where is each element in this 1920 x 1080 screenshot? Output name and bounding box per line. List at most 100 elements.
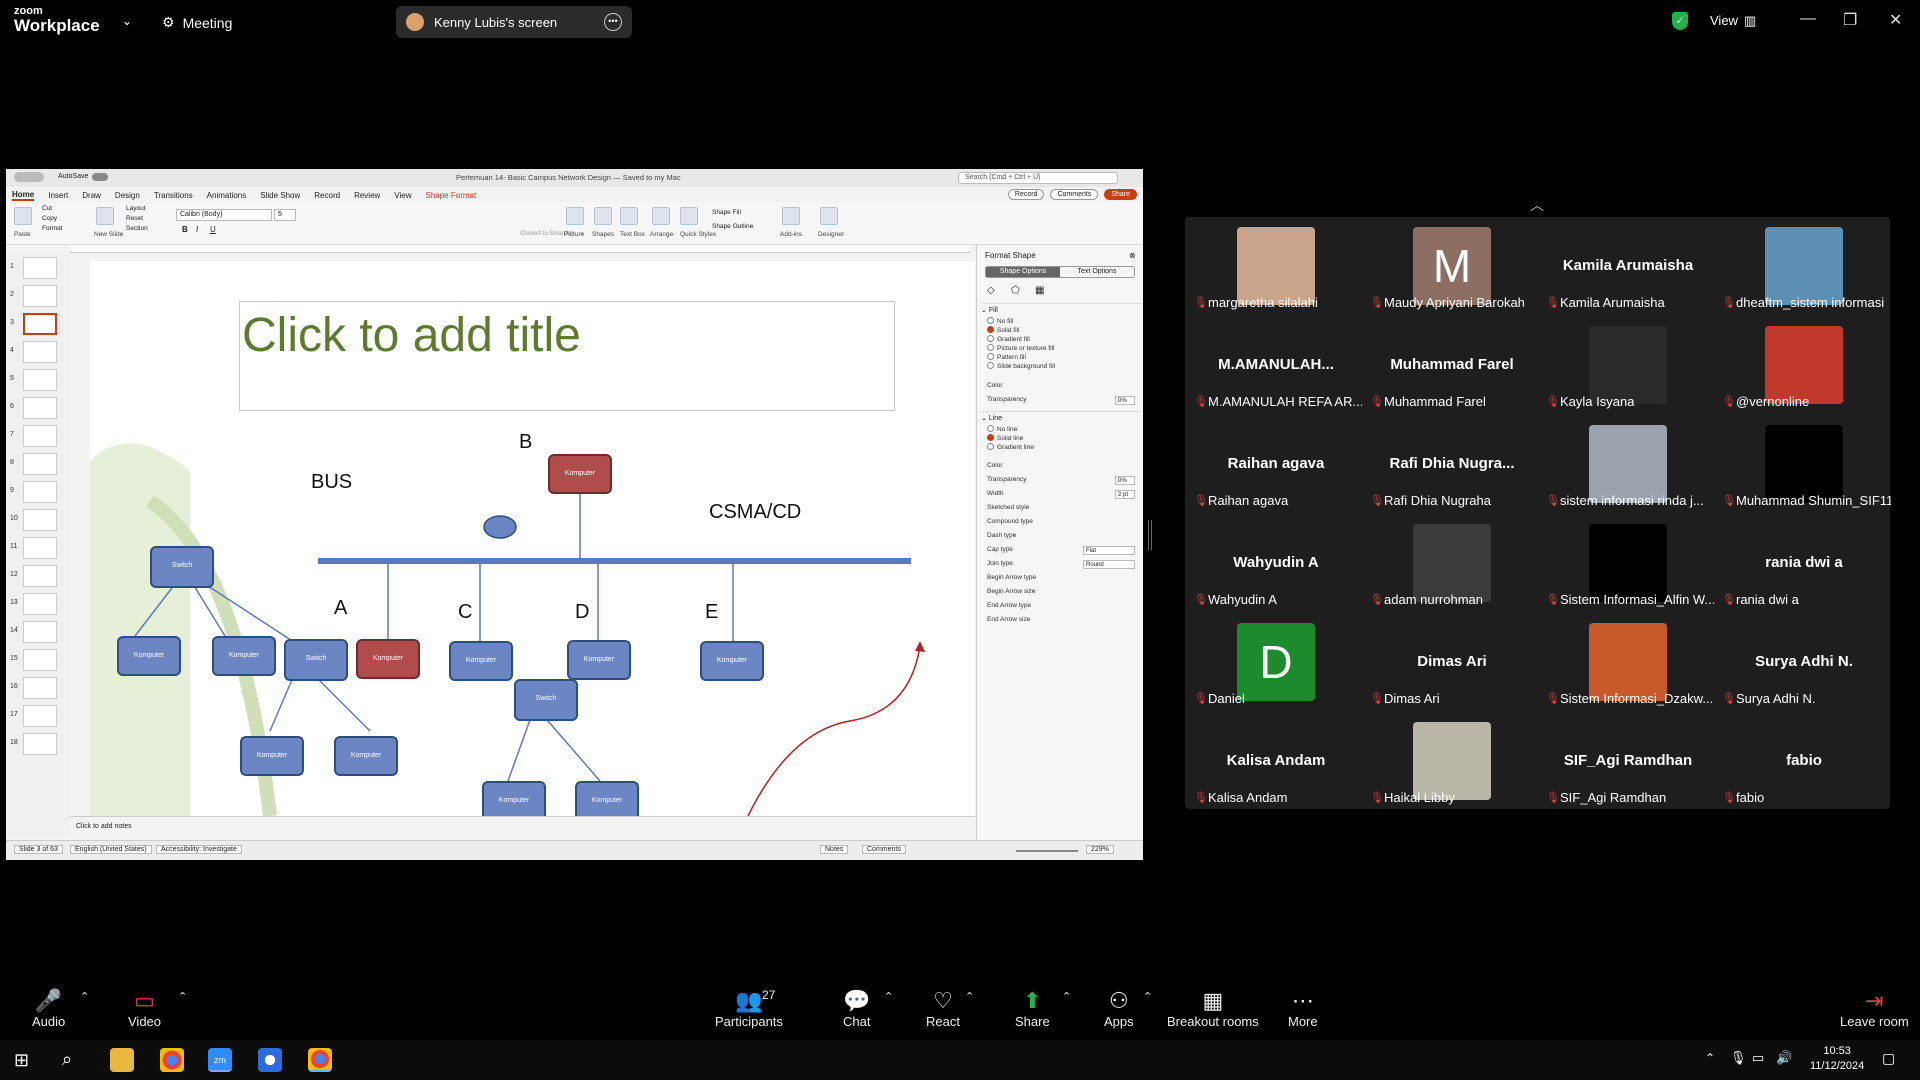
- slide-thumbnail[interactable]: [23, 425, 57, 447]
- join-type-select[interactable]: Round: [1083, 560, 1135, 569]
- search-icon[interactable]: ⌕: [62, 1049, 72, 1070]
- picture-icon[interactable]: [566, 207, 584, 225]
- komputer-node-d[interactable]: Komputer: [567, 640, 631, 680]
- komputer-node[interactable]: Komputer: [212, 636, 276, 676]
- shape-outline-button[interactable]: Shape Outline: [712, 223, 753, 230]
- video-button[interactable]: ▭ Video: [128, 988, 161, 1029]
- autosave-toggle[interactable]: [92, 173, 108, 181]
- windows-start-icon[interactable]: ⊞: [14, 1050, 29, 1071]
- line-option[interactable]: Gradient line: [987, 443, 1034, 451]
- participant-tile[interactable]: 🎙 Haikal Libby: [1364, 712, 1540, 811]
- text-box-icon[interactable]: [620, 207, 638, 225]
- arrange-icon[interactable]: [652, 207, 670, 225]
- switch-node-2[interactable]: Switch: [284, 639, 348, 681]
- paste-icon[interactable]: [14, 207, 32, 225]
- view-button[interactable]: View ▥: [1710, 13, 1756, 29]
- komputer-node-a[interactable]: Komputer: [356, 639, 420, 679]
- participant-tile[interactable]: Muhammad Farel 🎙 Muhammad Farel: [1364, 316, 1540, 415]
- share-screen-button[interactable]: ⬆ Share: [1015, 988, 1050, 1029]
- participant-tile[interactable]: SIF_Agi Ramdhan 🎙 SIF_Agi Ramdhan: [1540, 712, 1716, 811]
- tab-transitions[interactable]: Transitions: [154, 191, 193, 200]
- komputer-node-selected[interactable]: Komputer: [482, 781, 546, 816]
- volume-icon[interactable]: 🔊: [1776, 1050, 1792, 1066]
- participant-tile[interactable]: 🎙 adam nurrohman: [1364, 514, 1540, 613]
- shapes-icon[interactable]: [594, 207, 612, 225]
- slide-thumbnail[interactable]: [23, 481, 57, 503]
- participant-tile[interactable]: M.AMANULAH... 🎙 M.AMANULAH REFA AR...: [1188, 316, 1364, 415]
- slide-thumbnail[interactable]: [23, 369, 57, 391]
- tray-overflow-icon[interactable]: ⌃: [1705, 1051, 1715, 1065]
- slide-thumbnail[interactable]: [23, 341, 57, 363]
- participant-tile[interactable]: D 🎙 Daniel: [1188, 613, 1364, 712]
- fill-option[interactable]: Pattern fill: [987, 353, 1026, 361]
- fill-transparency-input[interactable]: 0%: [1115, 396, 1135, 405]
- font-size-select[interactable]: 5: [274, 209, 296, 221]
- browser-icon[interactable]: [258, 1048, 282, 1072]
- comments-status-button[interactable]: Comments: [862, 845, 906, 854]
- title-placeholder[interactable]: Click to add title: [239, 301, 895, 411]
- more-button[interactable]: ⋯ More: [1288, 988, 1318, 1029]
- window-controls[interactable]: [14, 172, 44, 182]
- new-slide-icon[interactable]: [96, 207, 114, 225]
- more-options-icon[interactable]: •••: [604, 13, 622, 31]
- audio-button[interactable]: 🎤 Audio: [32, 988, 65, 1029]
- participant-tile[interactable]: 🎙 Sistem Informasi_Dzakw...: [1540, 613, 1716, 712]
- shape-fill-button[interactable]: Shape Fill: [712, 209, 741, 216]
- slide-thumbnail[interactable]: [23, 453, 57, 475]
- participant-tile[interactable]: Kamila Arumaisha 🎙 Kamila Arumaisha: [1540, 217, 1716, 316]
- react-options-caret[interactable]: ⌃: [965, 990, 974, 1003]
- effects-icon[interactable]: ⬠: [1011, 285, 1020, 296]
- komputer-node[interactable]: Komputer: [117, 636, 181, 676]
- slide-canvas[interactable]: Click to add title B BUS CSMA/CD A C D E…: [90, 261, 975, 816]
- share-button[interactable]: Share: [1104, 189, 1137, 200]
- tab-shape-format[interactable]: Shape Format: [426, 191, 477, 200]
- apps-button[interactable]: ⚇ Apps: [1104, 988, 1134, 1029]
- apps-options-caret[interactable]: ⌃: [1143, 990, 1152, 1003]
- slide-thumbnail[interactable]: [23, 565, 57, 587]
- line-transparency-input[interactable]: 0%: [1115, 476, 1135, 485]
- participant-tile[interactable]: rania dwi a 🎙 rania dwi a: [1716, 514, 1892, 613]
- chrome-profile-icon[interactable]: [308, 1048, 332, 1072]
- line-option[interactable]: No line: [987, 425, 1017, 433]
- share-options-caret[interactable]: ⌃: [1062, 990, 1071, 1003]
- react-button[interactable]: ♡ React: [926, 988, 960, 1029]
- line-width-input[interactable]: 2 pt: [1115, 490, 1135, 499]
- restore-icon[interactable]: ❐: [1843, 10, 1857, 30]
- search-input[interactable]: Search (Cmd + Ctrl + U): [958, 172, 1118, 184]
- participant-tile[interactable]: 🎙 Kayla Isyana: [1540, 316, 1716, 415]
- record-button[interactable]: Record: [1007, 189, 1045, 200]
- participant-tile[interactable]: fabio 🎙 fabio: [1716, 712, 1892, 811]
- mic-tray-icon[interactable]: 🎙: [1730, 1050, 1747, 1066]
- tab-home[interactable]: Home: [12, 190, 35, 201]
- switch-node-3[interactable]: Switch: [514, 679, 578, 721]
- switch-node-1[interactable]: Switch: [150, 546, 214, 588]
- quick-styles-icon[interactable]: [680, 207, 698, 225]
- participant-tile[interactable]: Raihan agava 🎙 Raihan agava: [1188, 415, 1364, 514]
- audio-options-caret[interactable]: ⌃: [80, 990, 89, 1003]
- notes-button[interactable]: Notes: [820, 845, 849, 854]
- komputer-node-b[interactable]: Komputer: [548, 454, 612, 494]
- tab-view[interactable]: View: [394, 191, 411, 200]
- participant-tile[interactable]: 🎙 Sistem Informasi_Alfin W...: [1540, 514, 1716, 613]
- participant-tile[interactable]: M 🎙 Maudy Apriyani Barokah: [1364, 217, 1540, 316]
- participant-tile[interactable]: 🎙 Muhammad Shumin_SIF11: [1716, 415, 1892, 514]
- fill-line-icon[interactable]: ◇: [987, 285, 995, 296]
- participant-tile[interactable]: 🎙 margaretha silalahi: [1188, 217, 1364, 316]
- underline-icon[interactable]: U: [210, 225, 216, 234]
- line-option[interactable]: Solid line: [987, 434, 1023, 442]
- language-status[interactable]: English (United States): [70, 845, 152, 854]
- tab-insert[interactable]: Insert: [48, 191, 68, 200]
- network-icon[interactable]: ▭: [1752, 1050, 1764, 1066]
- slide-thumbnail[interactable]: [23, 537, 57, 559]
- fill-option[interactable]: Solid fill: [987, 326, 1019, 334]
- tab-design[interactable]: Design: [115, 191, 140, 200]
- fill-option[interactable]: Gradient fill: [987, 335, 1030, 343]
- cap-type-select[interactable]: Flat: [1083, 546, 1135, 555]
- breakout-rooms-button[interactable]: ▦ Breakout rooms: [1167, 988, 1259, 1029]
- fill-option[interactable]: Picture or texture fill: [987, 344, 1054, 352]
- komputer-node-c[interactable]: Komputer: [449, 641, 513, 681]
- fill-option[interactable]: Slide background fill: [987, 362, 1055, 370]
- participant-tile[interactable]: 🎙 dheaftm_sistem informasi: [1716, 217, 1892, 316]
- slide-thumbnail[interactable]: [23, 285, 57, 307]
- tab-animations[interactable]: Animations: [207, 191, 247, 200]
